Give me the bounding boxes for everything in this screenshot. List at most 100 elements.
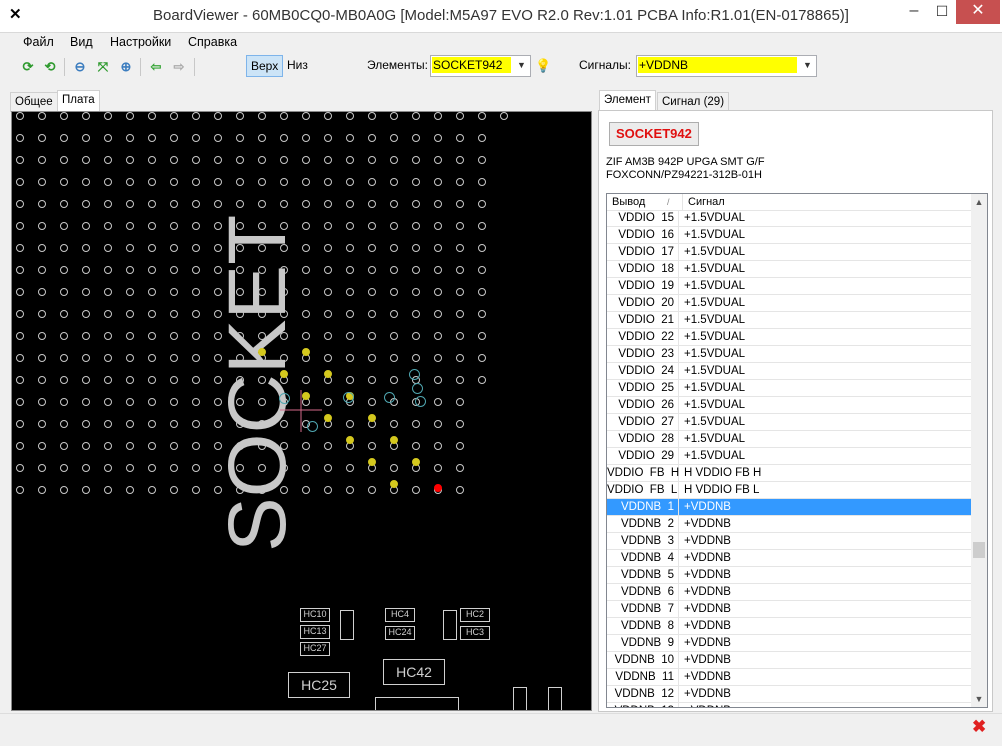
- board-pad[interactable]: [302, 310, 310, 318]
- board-pad[interactable]: [302, 332, 310, 340]
- fit-view-icon[interactable]: ⤧: [95, 59, 111, 75]
- board-pad[interactable]: [280, 266, 288, 274]
- board-pad[interactable]: [302, 266, 310, 274]
- signal-pad[interactable]: [368, 414, 376, 422]
- board-pad[interactable]: [126, 222, 134, 230]
- board-pad[interactable]: [236, 266, 244, 274]
- board-pad[interactable]: [434, 134, 442, 142]
- board-pad[interactable]: [170, 464, 178, 472]
- board-pad[interactable]: [38, 244, 46, 252]
- board-pad[interactable]: [412, 354, 420, 362]
- table-row[interactable]: VDDIO 21 +1.5VDUAL: [607, 312, 971, 329]
- board-pad[interactable]: [280, 134, 288, 142]
- board-pad[interactable]: [302, 222, 310, 230]
- table-row[interactable]: VDDNB 11 +VDDNB: [607, 669, 971, 686]
- board-pad[interactable]: [38, 376, 46, 384]
- board-pad[interactable]: [170, 200, 178, 208]
- board-pad[interactable]: [412, 332, 420, 340]
- board-pad[interactable]: [60, 266, 68, 274]
- table-row[interactable]: VDDNB 13 +VDDNB: [607, 703, 971, 707]
- footprint-hc27[interactable]: HC27: [300, 642, 330, 656]
- board-pad[interactable]: [148, 222, 156, 230]
- board-pad[interactable]: [302, 112, 310, 120]
- tab-general[interactable]: Общее: [10, 92, 58, 112]
- board-pad[interactable]: [302, 156, 310, 164]
- board-pad[interactable]: [390, 222, 398, 230]
- tab-element[interactable]: Элемент: [599, 90, 656, 112]
- signal-pad[interactable]: [280, 370, 288, 378]
- board-pad[interactable]: [280, 464, 288, 472]
- board-pad[interactable]: [324, 178, 332, 186]
- board-pad[interactable]: [104, 354, 112, 362]
- board-pad[interactable]: [192, 288, 200, 296]
- board-pad[interactable]: [236, 354, 244, 362]
- board-pad[interactable]: [324, 332, 332, 340]
- board-pad[interactable]: [324, 244, 332, 252]
- footprint-hc3[interactable]: HC3: [460, 626, 490, 640]
- menu-view[interactable]: Вид: [70, 35, 93, 49]
- board-pad[interactable]: [280, 112, 288, 120]
- board-pad[interactable]: [456, 486, 464, 494]
- board-pad[interactable]: [236, 288, 244, 296]
- board-pad[interactable]: [368, 486, 376, 494]
- board-pad[interactable]: [192, 222, 200, 230]
- board-pad[interactable]: [478, 310, 486, 318]
- back-arrow-icon[interactable]: ⇦: [148, 59, 164, 75]
- board-pad[interactable]: [302, 486, 310, 494]
- board-pad[interactable]: [346, 266, 354, 274]
- board-pad[interactable]: [192, 200, 200, 208]
- board-pad[interactable]: [478, 244, 486, 252]
- board-pad[interactable]: [478, 112, 486, 120]
- board-pad[interactable]: [456, 178, 464, 186]
- board-pad[interactable]: [82, 244, 90, 252]
- signal-pad[interactable]: [324, 370, 332, 378]
- board-pad[interactable]: [82, 288, 90, 296]
- table-row[interactable]: VDDNB 10 +VDDNB: [607, 652, 971, 669]
- board-pad[interactable]: [390, 134, 398, 142]
- board-pad[interactable]: [214, 310, 222, 318]
- board-pad[interactable]: [280, 310, 288, 318]
- table-row[interactable]: VDDIO FB H H VDDIO FB H: [607, 465, 971, 482]
- board-pad[interactable]: [456, 112, 464, 120]
- board-pad[interactable]: [38, 420, 46, 428]
- board-pad[interactable]: [16, 376, 24, 384]
- board-pad[interactable]: [148, 332, 156, 340]
- table-row[interactable]: VDDNB 7 +VDDNB: [607, 601, 971, 618]
- board-pad[interactable]: [412, 112, 420, 120]
- board-pad[interactable]: [280, 486, 288, 494]
- board-pad[interactable]: [236, 156, 244, 164]
- board-pad[interactable]: [346, 464, 354, 472]
- board-pad[interactable]: [390, 420, 398, 428]
- board-pad[interactable]: [258, 486, 266, 494]
- board-pad[interactable]: [126, 134, 134, 142]
- board-pad[interactable]: [148, 134, 156, 142]
- board-pad[interactable]: [214, 266, 222, 274]
- board-pad[interactable]: [324, 222, 332, 230]
- reload-icon[interactable]: ⟲: [42, 59, 58, 75]
- board-pad[interactable]: [456, 398, 464, 406]
- board-pad[interactable]: [214, 134, 222, 142]
- board-pad[interactable]: [258, 332, 266, 340]
- board-pad[interactable]: [236, 134, 244, 142]
- board-pad[interactable]: [170, 112, 178, 120]
- board-pad[interactable]: [390, 288, 398, 296]
- board-pad[interactable]: [478, 354, 486, 362]
- board-pad[interactable]: [126, 332, 134, 340]
- board-pad[interactable]: [16, 486, 24, 494]
- board-pad[interactable]: [214, 376, 222, 384]
- board-pad[interactable]: [60, 112, 68, 120]
- side-top-button[interactable]: Верх: [246, 55, 284, 77]
- table-row[interactable]: VDDIO 16 +1.5VDUAL: [607, 227, 971, 244]
- board-pad[interactable]: [192, 486, 200, 494]
- board-pad[interactable]: [170, 354, 178, 362]
- board-pad[interactable]: [434, 398, 442, 406]
- board-pad[interactable]: [412, 244, 420, 252]
- board-pad[interactable]: [82, 200, 90, 208]
- board-pad[interactable]: [434, 244, 442, 252]
- table-row[interactable]: VDDNB 1 +VDDNB: [607, 499, 971, 516]
- board-pad[interactable]: [412, 486, 420, 494]
- board-pad[interactable]: [236, 222, 244, 230]
- board-pad[interactable]: [324, 310, 332, 318]
- board-pad[interactable]: [346, 156, 354, 164]
- board-pad[interactable]: [60, 310, 68, 318]
